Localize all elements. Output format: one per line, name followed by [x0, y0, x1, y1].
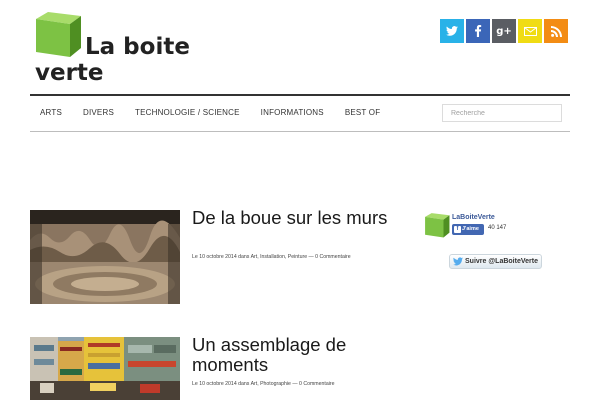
twitter-follow-button[interactable]: Suivre @LaBoiteVerte — [449, 254, 542, 269]
facebook-icon[interactable] — [466, 19, 490, 43]
facebook-f-icon: f — [454, 226, 461, 233]
google-plus-icon[interactable]: g+ — [492, 19, 516, 43]
article-date: Le 10 octobre 2014 dans — [192, 254, 251, 260]
article-meta: Le 10 octobre 2014 dans Art, Installatio… — [192, 254, 351, 260]
facebook-page-name[interactable]: LaBoiteVerte — [452, 214, 495, 221]
logo-cube-icon — [36, 12, 81, 57]
article-title[interactable]: De la boue sur les murs — [192, 208, 397, 228]
article-categories[interactable]: Art, Installation, Peinture — [251, 254, 308, 260]
article-comments[interactable]: 0 Commentaire — [315, 254, 350, 260]
article-thumbnail[interactable] — [30, 337, 180, 400]
search-input[interactable] — [442, 104, 562, 122]
nav-item-informations[interactable]: INFORMATIONS — [251, 96, 334, 132]
nav-item-divers[interactable]: DIVERS — [73, 96, 124, 132]
article-title[interactable]: Un assemblage de moments — [192, 335, 397, 374]
nav-item-technologie-science[interactable]: TECHNOLOGIE / SCIENCE — [125, 96, 250, 132]
logo-title-line2: verte — [35, 60, 104, 86]
site-logo[interactable]: La boite verte — [34, 10, 214, 86]
meta-separator: — — [307, 254, 316, 260]
twitter-bird-icon — [453, 257, 463, 266]
like-label: J'aime — [462, 226, 479, 232]
facebook-page-widget: LaBoiteVerte f J'aime 40 147 — [424, 212, 544, 242]
meta-separator: — — [290, 381, 300, 387]
page-avatar-cube-icon[interactable] — [424, 212, 450, 238]
article-meta: Le 10 octobre 2014 dans Art, Photographi… — [192, 381, 334, 387]
nav-item-best-of[interactable]: BEST OF — [335, 96, 390, 132]
nav-item-arts[interactable]: ARTS — [30, 96, 72, 132]
facebook-like-button[interactable]: f J'aime — [452, 224, 484, 235]
logo-title-line1: La boite — [85, 34, 190, 60]
main-nav: ARTS DIVERS TECHNOLOGIE / SCIENCE INFORM… — [30, 94, 570, 132]
article-card: De la boue sur les murs Le 10 octobre 20… — [30, 208, 400, 306]
twitter-follow-label: Suivre @LaBoiteVerte — [465, 258, 538, 265]
article-date: Le 10 octobre 2014 dans — [192, 381, 251, 387]
facebook-like-count: 40 147 — [488, 225, 507, 231]
social-buttons: g+ — [440, 19, 568, 43]
email-icon[interactable] — [518, 19, 542, 43]
article-categories[interactable]: Art, Photographie — [251, 381, 291, 387]
article-thumbnail[interactable] — [30, 210, 180, 304]
article-card: Un assemblage de moments Le 10 octobre 2… — [30, 335, 400, 400]
twitter-icon[interactable] — [440, 19, 464, 43]
rss-icon[interactable] — [544, 19, 568, 43]
article-comments[interactable]: 0 Commentaire — [299, 381, 334, 387]
